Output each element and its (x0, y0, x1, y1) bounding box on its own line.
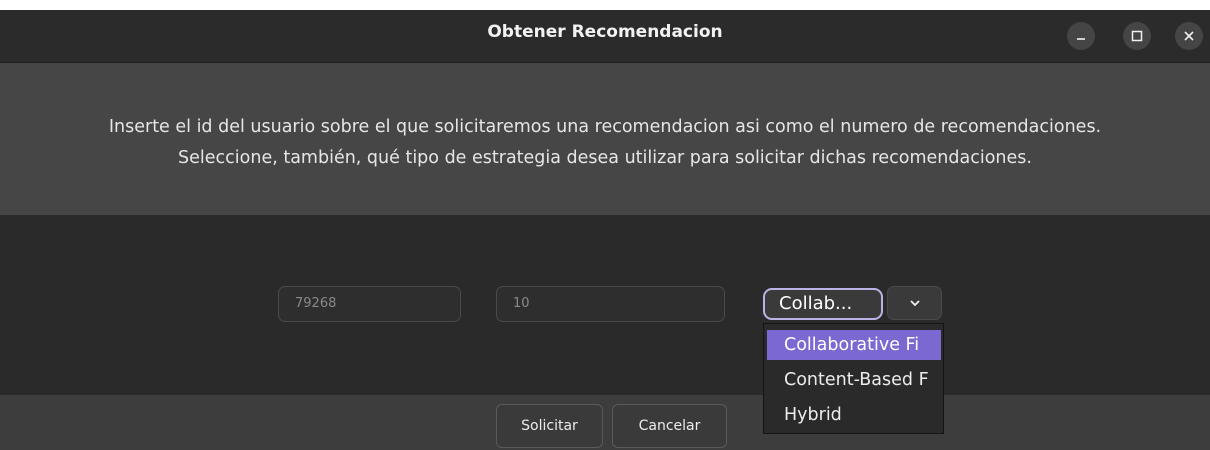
strategy-dropdown-menu: Collaborative Fi Content-Based F Hybrid (763, 323, 944, 434)
close-button[interactable] (1175, 22, 1203, 50)
cancelar-button[interactable]: Cancelar (612, 404, 727, 448)
screen-top-strip (0, 0, 1210, 10)
close-icon (1184, 31, 1194, 41)
strategy-combo-arrow-button[interactable] (887, 286, 942, 320)
strategy-combo-button[interactable]: Collab... (763, 288, 883, 320)
action-bar (0, 395, 1210, 450)
maximize-icon (1131, 30, 1143, 42)
dropdown-option-content-based[interactable]: Content-Based F (767, 365, 941, 395)
dropdown-option-hybrid[interactable]: Hybrid (767, 400, 941, 430)
user-id-input[interactable]: 79268 (278, 286, 461, 322)
window-title: Obtener Recomendacion (487, 22, 723, 42)
title-bar[interactable]: Obtener Recomendacion (0, 10, 1210, 63)
minimize-icon (1077, 38, 1085, 40)
num-recommendations-input[interactable]: 10 (496, 286, 725, 322)
instructions-line-1: Inserte el id del usuario sobre el que s… (108, 117, 1102, 137)
maximize-button[interactable] (1123, 22, 1151, 50)
message-panel: Inserte el id del usuario sobre el que s… (0, 63, 1210, 215)
dropdown-option-collaborative[interactable]: Collaborative Fi (767, 330, 941, 360)
minimize-button[interactable] (1067, 22, 1095, 50)
chevron-down-icon (909, 300, 920, 307)
solicitar-button[interactable]: Solicitar (496, 404, 603, 448)
instructions-line-2: Seleccione, también, qué tipo de estrate… (178, 148, 1032, 168)
instructions-text: Inserte el id del usuario sobre el que s… (0, 112, 1210, 174)
